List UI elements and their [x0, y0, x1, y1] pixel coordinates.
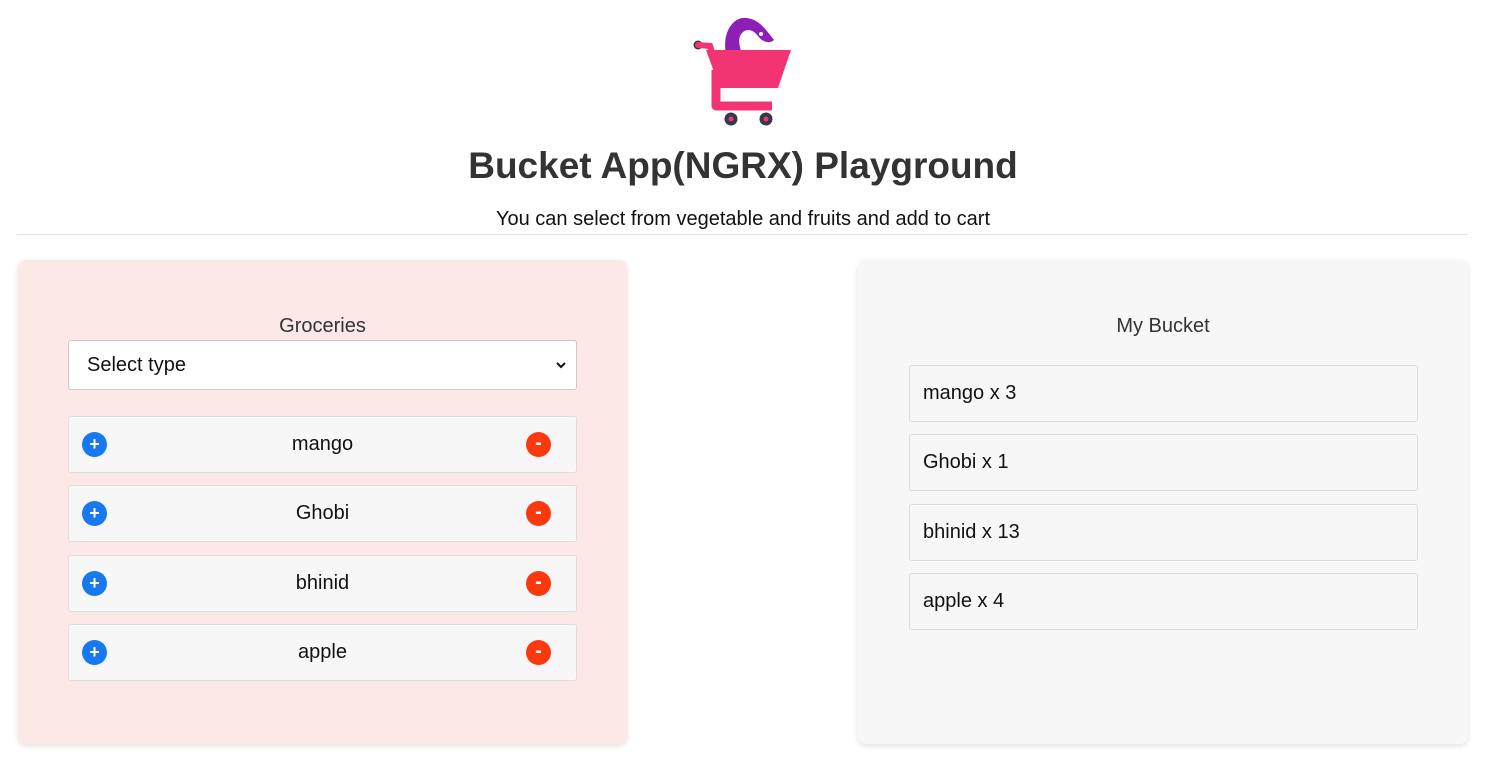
- add-button[interactable]: +: [82, 501, 107, 526]
- chevron-down-icon: [556, 362, 566, 369]
- remove-button[interactable]: -: [526, 571, 551, 596]
- grocery-item-apple: apple + -: [68, 624, 577, 681]
- groceries-panel: Groceries Select type mango + - Ghobi + …: [18, 260, 627, 744]
- bucket-item: Ghobi x 1: [909, 434, 1418, 491]
- add-button[interactable]: +: [82, 571, 107, 596]
- grocery-item-mango: mango + -: [68, 416, 577, 473]
- grocery-item-label: mango: [291, 433, 354, 455]
- page-subtitle: You can select from vegetable and fruits…: [495, 208, 990, 230]
- add-button[interactable]: +: [82, 640, 107, 665]
- add-button[interactable]: +: [82, 432, 107, 457]
- bucket-item: bhinid x 13: [909, 504, 1418, 561]
- grocery-item-ghobi: Ghobi + -: [68, 485, 577, 542]
- grocery-item-label: bhinid: [295, 572, 350, 594]
- remove-button[interactable]: -: [526, 432, 551, 457]
- bucket-panel: My Bucket mango x 3 Ghobi x 1 bhinid x 1…: [858, 260, 1468, 744]
- bucket-item: mango x 3: [909, 365, 1418, 422]
- groceries-title: Groceries: [279, 315, 366, 337]
- type-select-value: Select type: [87, 354, 186, 376]
- remove-button[interactable]: -: [526, 640, 551, 665]
- grocery-item-bhinid: bhinid + -: [68, 555, 577, 612]
- grocery-item-label: Ghobi: [295, 502, 350, 524]
- header-divider: [17, 234, 1468, 235]
- bucket-item: apple x 4: [909, 573, 1418, 630]
- grocery-item-label: apple: [298, 641, 347, 663]
- page-title: Bucket App(NGRX) Playground: [468, 145, 1018, 186]
- remove-button[interactable]: -: [526, 501, 551, 526]
- type-select[interactable]: Select type: [68, 340, 577, 390]
- bucket-title: My Bucket: [1116, 315, 1210, 337]
- shopping-cart-logo-icon: [693, 17, 791, 126]
